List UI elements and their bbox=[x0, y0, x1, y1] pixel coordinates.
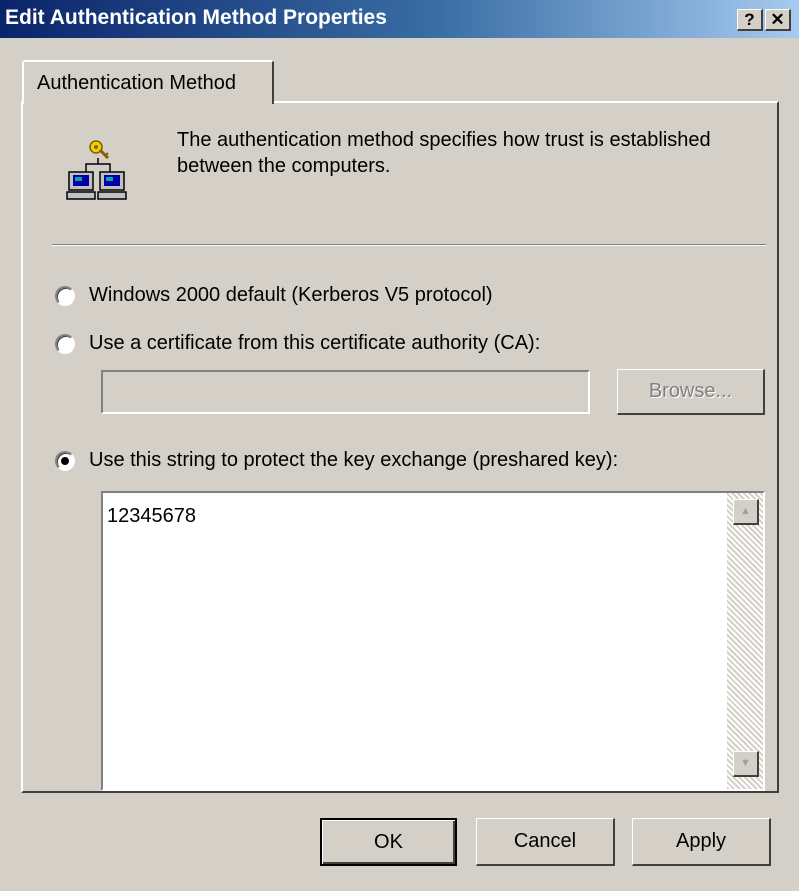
apply-button[interactable]: Apply bbox=[632, 818, 771, 866]
help-icon: ? bbox=[744, 10, 755, 29]
close-icon: ✕ bbox=[770, 10, 785, 29]
description-text: The authentication method specifies how … bbox=[177, 129, 711, 177]
network-key-icon bbox=[66, 140, 127, 200]
close-button[interactable]: ✕ bbox=[765, 9, 791, 31]
radio-certificate-label[interactable]: Use a certificate from this certificate … bbox=[89, 332, 540, 355]
radio-preshared-key-label[interactable]: Use this string to protect the key excha… bbox=[89, 449, 618, 472]
cancel-button[interactable]: Cancel bbox=[476, 818, 615, 866]
scroll-up-icon[interactable]: ▲ bbox=[733, 499, 759, 525]
browse-button: Browse... bbox=[617, 369, 765, 415]
tab-label: Authentication Method bbox=[37, 72, 237, 94]
tab-authentication-method[interactable]: Authentication Method bbox=[22, 60, 274, 104]
radio-preshared-key[interactable] bbox=[55, 451, 75, 471]
title-bar[interactable]: Edit Authentication Method Properties ? … bbox=[0, 0, 799, 38]
ca-name-field bbox=[101, 370, 590, 414]
scroll-down-icon[interactable]: ▼ bbox=[733, 751, 759, 777]
ok-button[interactable]: OK bbox=[320, 818, 457, 866]
separator bbox=[52, 244, 766, 246]
radio-kerberos[interactable] bbox=[55, 286, 75, 306]
vertical-scrollbar[interactable]: ▲ ▼ bbox=[727, 493, 763, 789]
radio-certificate[interactable] bbox=[55, 334, 75, 354]
dialog-window: Edit Authentication Method Properties ? … bbox=[0, 0, 799, 891]
help-button[interactable]: ? bbox=[737, 9, 763, 31]
preshared-key-value[interactable]: 12345678 bbox=[107, 505, 196, 528]
window-title: Edit Authentication Method Properties bbox=[5, 6, 387, 29]
radio-dot bbox=[61, 457, 69, 465]
preshared-key-textarea[interactable]: 12345678 ▲ ▼ bbox=[101, 491, 765, 791]
radio-kerberos-label[interactable]: Windows 2000 default (Kerberos V5 protoc… bbox=[89, 284, 493, 307]
